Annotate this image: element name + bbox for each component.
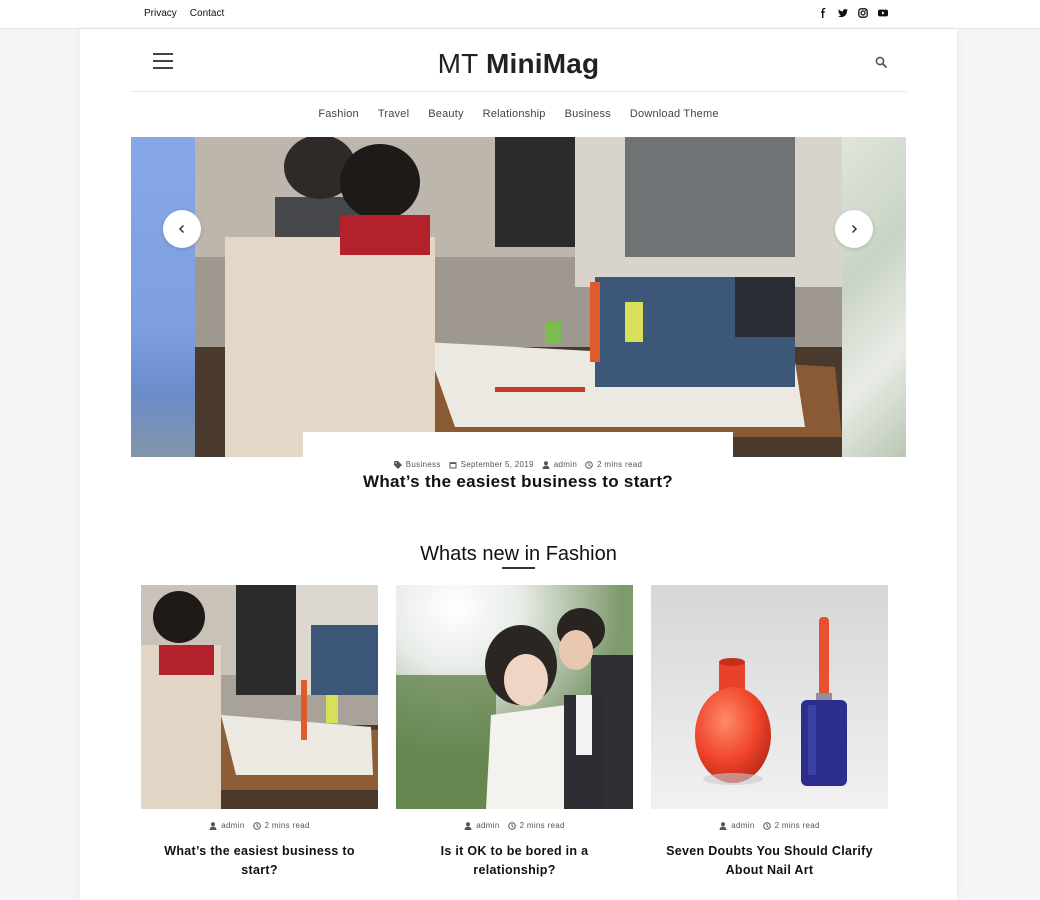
section-underline [502, 567, 535, 569]
post-title[interactable]: Seven Doubts You Should Clarify About Na… [651, 842, 888, 880]
logo-bold: MiniMag [485, 48, 600, 79]
post-author[interactable]: admin [209, 821, 244, 830]
search-icon[interactable] [875, 55, 887, 68]
instagram-icon[interactable] [858, 8, 868, 18]
nav-item-business[interactable]: Business [565, 108, 611, 120]
post-meta: admin 2 mins read [651, 821, 888, 830]
clock-icon [585, 460, 593, 469]
post-date: September 5, 2019 [449, 460, 534, 469]
main-nav: Fashion Travel Beauty Relationship Busin… [80, 108, 957, 120]
read-time: 2 mins read [585, 460, 642, 469]
slider-prev-button[interactable] [163, 210, 201, 248]
slide-caption: Business September 5, 2019 admin 2 mins … [303, 432, 733, 502]
read-time: 2 mins read [252, 821, 310, 830]
top-links: Privacy Contact [144, 8, 224, 19]
slide-title[interactable]: What’s the easiest business to start? [303, 472, 733, 492]
category-label: Business [405, 460, 441, 469]
user-icon [542, 460, 550, 469]
nav-item-download-theme[interactable]: Download Theme [630, 108, 719, 120]
user-icon [209, 821, 217, 830]
tag-icon [393, 460, 402, 469]
read-time-label: 2 mins read [519, 821, 565, 830]
previous-slide-image[interactable] [131, 137, 195, 457]
post-title[interactable]: What’s the easiest business to start? [141, 842, 378, 880]
youtube-icon[interactable] [878, 8, 888, 18]
category-tag[interactable]: Business [393, 460, 441, 469]
privacy-link[interactable]: Privacy [144, 8, 177, 19]
post-thumbnail[interactable] [651, 585, 888, 809]
post-card: admin 2 mins read Is it OK to be bored i… [396, 585, 633, 880]
slide-meta: Business September 5, 2019 admin 2 mins … [303, 460, 733, 469]
nav-item-travel[interactable]: Travel [378, 108, 409, 120]
nav-item-relationship[interactable]: Relationship [483, 108, 546, 120]
section-title: Whats new in Fashion [420, 543, 617, 565]
facebook-icon[interactable] [818, 8, 828, 18]
read-time-label: 2 mins read [774, 821, 820, 830]
read-time-label: 2 mins read [264, 821, 310, 830]
post-author[interactable]: admin [719, 821, 754, 830]
post-author[interactable]: admin [464, 821, 499, 830]
read-time: 2 mins read [762, 821, 820, 830]
nav-item-beauty[interactable]: Beauty [428, 108, 463, 120]
next-slide-image[interactable] [842, 137, 906, 457]
clock-icon [762, 821, 771, 830]
nav-item-fashion[interactable]: Fashion [318, 108, 359, 120]
author-label: admin [221, 821, 245, 830]
post-card: admin 2 mins read Seven Doubts You Shoul… [651, 585, 888, 880]
post-meta: admin 2 mins read [141, 821, 378, 830]
clock-icon [507, 821, 516, 830]
content-card: MT MiniMag Fashion Travel Beauty Relatio… [80, 29, 957, 900]
post-title[interactable]: Is it OK to be bored in a relationship? [396, 842, 633, 880]
featured-slide-image[interactable] [195, 137, 842, 457]
twitter-icon[interactable] [838, 8, 848, 18]
contact-link[interactable]: Contact [190, 8, 224, 19]
post-author[interactable]: admin [542, 460, 577, 469]
read-time: 2 mins read [507, 821, 565, 830]
post-thumbnail[interactable] [396, 585, 633, 809]
date-label: September 5, 2019 [460, 460, 534, 469]
author-label: admin [731, 821, 755, 830]
user-icon [464, 821, 472, 830]
top-bar: Privacy Contact [0, 0, 1040, 29]
header-divider [131, 91, 907, 92]
logo-light: MT [437, 48, 478, 79]
post-meta: admin 2 mins read [396, 821, 633, 830]
chevron-left-icon [178, 224, 185, 234]
post-card: admin 2 mins read What’s the easiest bus… [141, 585, 378, 880]
user-icon [719, 821, 727, 830]
slider-next-button[interactable] [835, 210, 873, 248]
chevron-right-icon [851, 224, 858, 234]
post-thumbnail[interactable] [141, 585, 378, 809]
calendar-icon [449, 461, 457, 468]
social-links [818, 8, 888, 18]
featured-slider [131, 137, 906, 457]
author-label: admin [553, 460, 578, 469]
read-time-label: 2 mins read [597, 460, 643, 469]
site-logo[interactable]: MT MiniMag [80, 48, 957, 80]
clock-icon [252, 821, 261, 830]
author-label: admin [476, 821, 500, 830]
